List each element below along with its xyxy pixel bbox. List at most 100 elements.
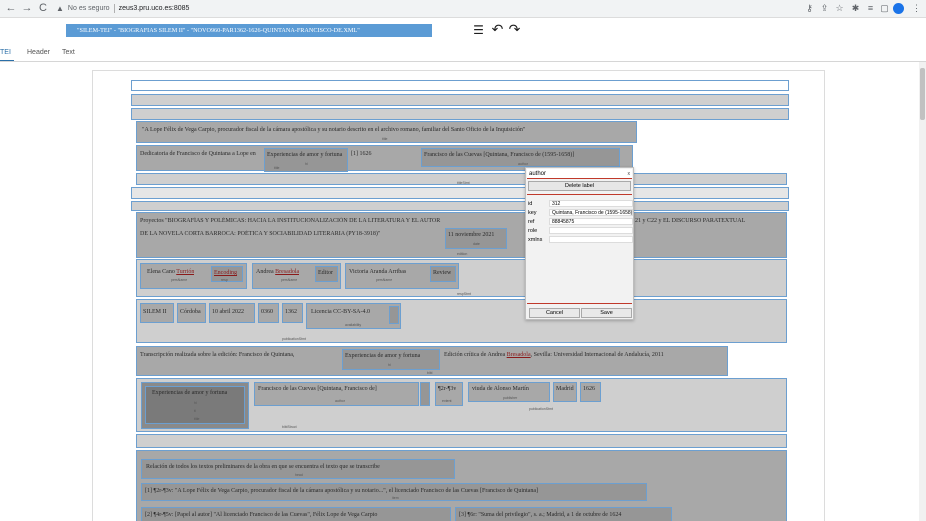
pub-num2: 1362 — [285, 309, 297, 315]
resp1-given: Elena Cano — [147, 269, 175, 275]
pub-date: 10 abril 2022 — [212, 309, 244, 315]
source-suffix-rest: , Sevilla: Universidad Internacional de … — [530, 352, 664, 358]
address-separator — [113, 4, 115, 13]
project-line1: Proyectos "BIOGRAFÍAS Y POLÉMICAS: HACIA… — [140, 218, 441, 224]
resp2-role-box[interactable]: Editor — [315, 266, 338, 282]
element-select[interactable]: author x — [527, 169, 632, 179]
resp-editor-box[interactable]: Andrea Bresadola Editor persName — [252, 263, 341, 289]
attribute-value-input[interactable] — [549, 236, 633, 243]
tag-label: hi — [194, 401, 197, 405]
project-date-box[interactable]: 11 noviembre 2021 date — [445, 228, 507, 249]
relation-item-2-box[interactable]: [2] ¶4r-¶5v: [Papel al autor] "Al licenc… — [141, 507, 451, 521]
list-view-icon[interactable]: ☰ — [470, 22, 487, 39]
tag-label: author — [518, 162, 528, 166]
bibl-year-box[interactable]: 1626 — [580, 382, 601, 402]
tab-tei[interactable]: TEI — [0, 47, 14, 61]
bibl-place-box[interactable]: Madrid — [553, 382, 577, 402]
save-button[interactable]: Save — [581, 308, 632, 318]
bibl-pages-box[interactable]: ¶2r-¶3v extent — [435, 382, 463, 406]
resp-review-box[interactable]: Victoria Aranda Arribas Review persName — [345, 263, 459, 289]
address-bar[interactable]: ▲ No es seguro zeus3.pru.uco.es:8085 — [56, 2, 189, 15]
tab-header[interactable]: Header — [27, 47, 50, 61]
source-title-box[interactable]: Experiencias de amor y fortuna hi — [342, 349, 440, 370]
source-editor: Bresadola — [506, 352, 531, 358]
tag-label: publisher — [503, 396, 518, 400]
relation-box[interactable]: Relación de todos los textos preliminare… — [136, 450, 787, 521]
resp-encoding-box[interactable]: Elena Cano Turrión Encoding persName res… — [140, 263, 247, 289]
tag-label: bibl — [427, 371, 433, 375]
relation-heading-box[interactable]: Relación de todos los textos preliminare… — [141, 459, 455, 479]
undo-icon[interactable]: ↶ — [489, 22, 506, 39]
project-box[interactable]: Proyectos "BIOGRAFÍAS Y POLÉMICAS: HACIA… — [136, 212, 787, 258]
resp-stmt-box[interactable]: Elena Cano Turrión Encoding persName res… — [136, 259, 787, 297]
source-desc-end-box[interactable] — [136, 434, 787, 448]
pub-license-box[interactable]: Licencia CC-BY-SA-4.0 availability — [306, 303, 401, 329]
file-desc-box[interactable] — [131, 108, 789, 120]
bibl-title-box[interactable]: Experiencias de amor y fortuna hi ti tit… — [141, 382, 249, 429]
tag-label: extent — [442, 399, 452, 403]
source-suffix-pre: Edición crítica de Andrea — [444, 352, 506, 358]
profile-avatar[interactable] — [893, 3, 904, 14]
tag-label: edition — [457, 252, 468, 256]
author-name-box[interactable]: Francisco de las Cuevas [Quintana, Franc… — [421, 148, 620, 167]
view-tabs: TEI Header Text — [0, 44, 926, 62]
license-ref-box[interactable] — [389, 306, 399, 324]
pub-corpus-box[interactable]: SILEM II — [140, 303, 174, 323]
key-icon[interactable]: ⚷ — [803, 2, 816, 15]
relation-item-1-box[interactable]: [1] ¶2r-¶3v: "A Lope Félix de Vega Carpi… — [141, 483, 647, 501]
attribute-value-input[interactable]: 88845875 — [549, 218, 633, 225]
tab-strip-icon[interactable]: ▢ — [878, 2, 891, 15]
delete-label-button[interactable]: Delete label — [528, 181, 631, 191]
tab-text[interactable]: Text — [62, 47, 75, 61]
bibl-printer-box[interactable]: viuda de Alonso Martín publisher — [468, 382, 550, 402]
resp3-role-box[interactable]: Review — [430, 266, 456, 282]
project-line1-tail: 21 y C22 y EL DISCURSO PARATEXTUAL — [635, 218, 746, 224]
dedication-heading-box[interactable]: "A Lope Félix de Vega Carpio, procurador… — [136, 121, 637, 143]
reading-list-icon[interactable]: ≡ — [864, 2, 877, 15]
bibl-struct-box[interactable]: Experiencias de amor y fortuna hi ti tit… — [136, 378, 787, 432]
pub-num1: 0360 — [261, 309, 273, 315]
back-arrow-icon[interactable]: ← — [4, 1, 18, 16]
attribute-value-input[interactable]: 312 — [549, 200, 633, 207]
share-icon[interactable]: ⇪ — [818, 2, 831, 15]
bookmark-star-icon[interactable]: ☆ — [833, 2, 846, 15]
attribute-value-input[interactable]: Quintana, Francisco de (1595-1658) — [549, 209, 633, 216]
publication-stmt-box[interactable]: SILEM II Córdoba 10 abril 2022 0360 1362… — [136, 299, 787, 343]
bibl-note-box[interactable] — [420, 382, 430, 406]
pub-place-box[interactable]: Córdoba — [177, 303, 206, 323]
tag-label: ti — [194, 409, 196, 413]
source-suffix: Edición crítica de Andrea Bresadola, Sev… — [444, 351, 727, 359]
page-scrollbar[interactable] — [919, 62, 926, 521]
tei-root-box[interactable] — [131, 80, 789, 91]
cancel-button[interactable]: Cancel — [529, 308, 580, 318]
title-stmt-box[interactable]: titleStmt — [136, 173, 787, 185]
pub-num2-box[interactable]: 1362 — [282, 303, 303, 323]
extent-box[interactable] — [131, 201, 789, 211]
pub-date-box[interactable]: 10 abril 2022 — [209, 303, 255, 323]
close-icon[interactable]: x — [628, 169, 631, 179]
attribute-editor-popup: author x Delete label id 312 key Quintan… — [525, 167, 634, 320]
reload-icon[interactable]: C — [36, 1, 50, 16]
relation-item-3-box[interactable]: [3] ¶6r: "Suma del privilegio", s. a.; M… — [455, 507, 672, 521]
redo-icon[interactable]: ↷ — [506, 22, 523, 39]
bibl-author: Francisco de las Cuevas [Quintana, Franc… — [258, 386, 377, 392]
bibl-author-box[interactable]: Francisco de las Cuevas [Quintana, Franc… — [254, 382, 419, 406]
forward-arrow-icon[interactable]: → — [20, 1, 34, 16]
pub-num1-box[interactable]: 0360 — [258, 303, 279, 323]
attribute-value-input[interactable] — [549, 227, 633, 234]
tag-label: head — [295, 473, 303, 477]
more-menu-icon[interactable]: ⋮ — [910, 2, 923, 15]
scrollbar-thumb[interactable] — [920, 68, 925, 120]
resp1-surname: Turrión — [176, 269, 195, 275]
resp1-role-text: Encoding — [214, 270, 237, 276]
extensions-icon[interactable]: ✱ — [849, 2, 862, 15]
tei-header-box[interactable] — [131, 94, 789, 106]
bibl-title-inner-box[interactable]: Experiencias de amor y fortuna hi ti tit… — [145, 386, 245, 424]
browser-toolbar: ← → C ▲ No es seguro zeus3.pru.uco.es:80… — [0, 0, 926, 18]
pub-license: Licencia CC-BY-SA-4.0 — [311, 309, 370, 315]
tag-label: titleStmt — [457, 181, 470, 185]
relation-item-1: [1] ¶2r-¶3v: "A Lope Félix de Vega Carpi… — [145, 488, 538, 494]
edition-stmt-box[interactable] — [131, 187, 789, 199]
source-desc-box[interactable]: Transcripción realizada sobre la edición… — [136, 346, 728, 376]
tag-label: availability — [345, 323, 362, 327]
